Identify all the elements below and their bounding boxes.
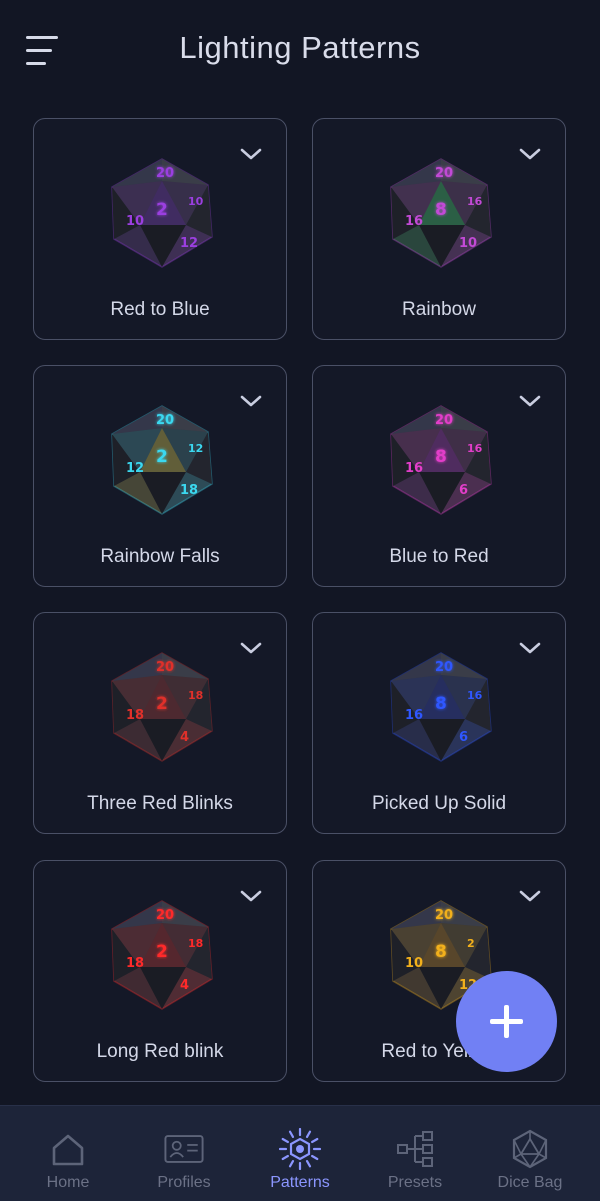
svg-text:10: 10 — [188, 195, 204, 208]
svg-text:16: 16 — [467, 442, 483, 455]
svg-text:2: 2 — [467, 937, 475, 950]
nav-label: Home — [46, 1174, 90, 1191]
svg-text:18: 18 — [188, 689, 203, 702]
d20-die-image: 20 20 2 2 18 4 18 — [104, 649, 220, 765]
svg-text:18: 18 — [180, 483, 198, 498]
nav-dice-bag[interactable]: Dice Bag — [472, 1106, 588, 1201]
chevron-down-icon[interactable] — [240, 147, 262, 161]
svg-text:4: 4 — [180, 730, 189, 745]
svg-text:16: 16 — [405, 214, 423, 229]
pattern-label: Long Red blink — [96, 1041, 224, 1062]
svg-text:8: 8 — [435, 694, 447, 714]
svg-text:8: 8 — [435, 447, 447, 467]
id-card-icon — [163, 1128, 205, 1170]
svg-text:12: 12 — [126, 461, 144, 476]
svg-text:6: 6 — [459, 730, 468, 745]
plus-icon-stroke — [504, 1005, 509, 1038]
svg-text:20: 20 — [435, 908, 453, 923]
svg-text:18: 18 — [126, 708, 144, 723]
svg-text:20: 20 — [435, 660, 453, 675]
svg-text:16: 16 — [405, 461, 423, 476]
pattern-label: Red to Blue — [110, 299, 210, 320]
chevron-down-icon[interactable] — [240, 889, 262, 903]
pattern-card[interactable]: 20 20 8 8 16 6 16 Picked Up Solid — [312, 612, 566, 834]
top-app-bar: Lighting Patterns — [0, 0, 600, 105]
pattern-label: Rainbow — [402, 299, 476, 320]
pattern-label: Three Red Blinks — [87, 793, 233, 814]
nav-label: Dice Bag — [497, 1174, 563, 1191]
pattern-label: Blue to Red — [389, 546, 489, 567]
d20-die-image: 20 20 2 2 12 18 12 — [104, 402, 220, 518]
svg-text:2: 2 — [156, 942, 168, 962]
add-pattern-button[interactable] — [456, 971, 557, 1072]
svg-text:12: 12 — [180, 236, 198, 251]
pattern-label: Rainbow Falls — [100, 546, 220, 567]
chevron-down-icon[interactable] — [519, 394, 541, 408]
svg-text:10: 10 — [459, 236, 477, 251]
svg-text:18: 18 — [188, 937, 203, 950]
pattern-card[interactable]: 20 20 8 8 16 6 16 Blue to Red — [312, 365, 566, 587]
svg-text:16: 16 — [467, 689, 483, 702]
pattern-label: Picked Up Solid — [371, 793, 507, 814]
svg-text:20: 20 — [156, 413, 174, 428]
chevron-down-icon[interactable] — [519, 641, 541, 655]
d20-die-image: 20 20 2 2 18 4 18 — [104, 897, 220, 1013]
svg-text:20: 20 — [156, 908, 174, 923]
svg-text:10: 10 — [405, 956, 423, 971]
home-icon — [47, 1128, 89, 1170]
d20-die-image: 20 20 2 2 10 12 10 — [104, 155, 220, 271]
svg-text:2: 2 — [156, 694, 168, 714]
svg-text:20: 20 — [156, 660, 174, 675]
svg-text:10: 10 — [126, 214, 144, 229]
nav-label: Profiles — [157, 1174, 211, 1191]
svg-text:2: 2 — [156, 200, 168, 220]
svg-text:20: 20 — [435, 166, 453, 181]
svg-text:20: 20 — [156, 166, 174, 181]
page-title: Lighting Patterns — [179, 30, 421, 65]
svg-text:20: 20 — [435, 413, 453, 428]
svg-text:16: 16 — [405, 708, 423, 723]
pattern-card[interactable]: 20 20 2 2 18 4 18 Three Red Blinks — [33, 612, 287, 834]
svg-text:6: 6 — [459, 483, 468, 498]
nav-presets[interactable]: Presets — [357, 1106, 473, 1201]
nav-home[interactable]: Home — [10, 1106, 126, 1201]
svg-text:18: 18 — [126, 956, 144, 971]
svg-text:8: 8 — [435, 942, 447, 962]
bottom-navigation: Home Profiles Patterns Presets Dice Bag — [0, 1105, 600, 1201]
hierarchy-icon — [394, 1128, 436, 1170]
sun-burst-icon — [279, 1128, 321, 1170]
nav-patterns[interactable]: Patterns — [242, 1106, 358, 1201]
pattern-card[interactable]: 20 20 8 8 16 10 16 Rainbow — [312, 118, 566, 340]
d20-die-image: 20 20 8 8 16 6 16 — [383, 402, 499, 518]
chevron-down-icon[interactable] — [519, 889, 541, 903]
svg-text:8: 8 — [435, 200, 447, 220]
d20-die-image: 20 20 8 8 16 10 16 — [383, 155, 499, 271]
pattern-card[interactable]: 20 20 2 2 18 4 18 Long Red blink — [33, 860, 287, 1082]
d20-icon — [509, 1128, 551, 1170]
svg-text:12: 12 — [188, 442, 203, 455]
chevron-down-icon[interactable] — [240, 641, 262, 655]
svg-text:2: 2 — [156, 447, 168, 467]
chevron-down-icon[interactable] — [240, 394, 262, 408]
pattern-card[interactable]: 20 20 2 2 12 18 12 Rainbow Falls — [33, 365, 287, 587]
nav-profiles[interactable]: Profiles — [126, 1106, 242, 1201]
chevron-down-icon[interactable] — [519, 147, 541, 161]
d20-die-image: 20 20 8 8 16 6 16 — [383, 649, 499, 765]
nav-label: Presets — [387, 1174, 443, 1191]
nav-label: Patterns — [270, 1174, 330, 1191]
pattern-card[interactable]: 20 20 2 2 10 12 10 Red to Blue — [33, 118, 287, 340]
svg-text:16: 16 — [467, 195, 483, 208]
svg-text:4: 4 — [180, 978, 189, 993]
